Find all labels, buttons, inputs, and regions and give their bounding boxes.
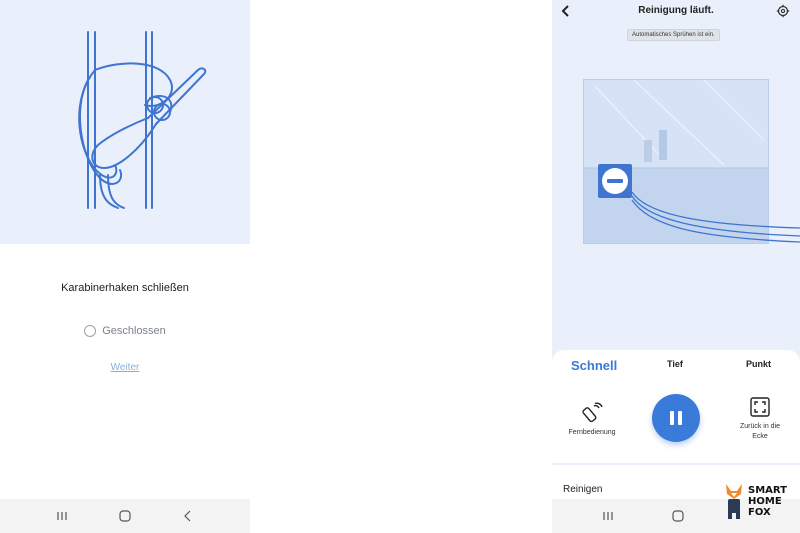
logo-line3: FOX: [748, 507, 771, 518]
return-label-line2: Ecke: [752, 433, 768, 440]
carabiner-illustration: [0, 0, 250, 244]
home-icon[interactable]: [668, 506, 688, 526]
recent-apps-icon[interactable]: [52, 506, 72, 526]
return-corner-label: Zurück in die Ecke: [740, 422, 780, 442]
remote-control-button[interactable]: Fernbedienung: [564, 402, 620, 438]
mode-schnell[interactable]: Schnell: [571, 358, 617, 373]
mode-punkt[interactable]: Punkt: [746, 359, 771, 369]
recent-apps-icon[interactable]: [598, 506, 618, 526]
pause-icon: [670, 411, 674, 425]
next-link[interactable]: Weiter: [0, 362, 250, 373]
left-system-navbar: [0, 499, 250, 533]
closed-checkbox-row[interactable]: Geschlossen: [0, 325, 250, 337]
screenshot-root: Karabinerhaken schließen Geschlossen Wei…: [0, 0, 800, 533]
mode-tief[interactable]: Tief: [667, 359, 683, 369]
return-label-line1: Zurück in die: [739, 423, 781, 430]
logo-text: SMART HOME FOX: [748, 485, 787, 518]
remote-control-icon: [582, 402, 603, 423]
smart-home-fox-logo: SMART HOME FOX: [722, 482, 794, 524]
control-sheet: Schnell Tief Punkt Fernbedienung Zurück …: [552, 350, 800, 463]
home-icon[interactable]: [115, 506, 135, 526]
left-phone-screen: Karabinerhaken schließen Geschlossen Wei…: [0, 0, 250, 533]
right-phone-screen: Reinigung läuft. Automatisches Sprühen i…: [552, 0, 800, 533]
logo-line1: SMART: [748, 485, 787, 496]
expand-corners-icon: [750, 397, 770, 417]
remote-label: Fernbedienung: [568, 429, 616, 436]
fox-mascot-icon: [726, 484, 742, 519]
logo-line2: HOME: [748, 496, 782, 507]
rope-knot-drawing: [78, 31, 207, 209]
back-nav-icon[interactable]: [178, 506, 198, 526]
step-title: Karabinerhaken schließen: [61, 282, 189, 294]
cleaning-path: [631, 191, 800, 243]
closed-radio[interactable]: [84, 325, 97, 337]
robot-marker-icon: [598, 164, 632, 198]
pause-button[interactable]: [652, 394, 700, 442]
section-label: Reinigen: [563, 484, 603, 495]
closed-label: Geschlossen: [102, 325, 166, 337]
return-corner-button[interactable]: Zurück in die Ecke: [730, 396, 790, 442]
